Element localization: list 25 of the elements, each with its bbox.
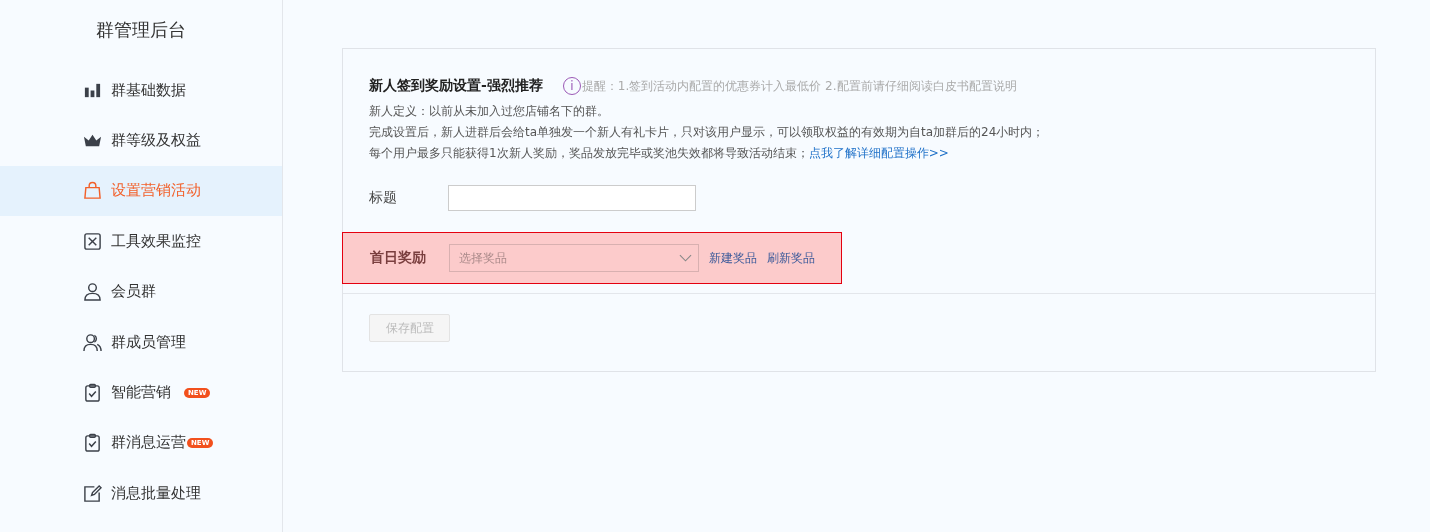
sidebar-item[interactable]: 工具效果监控 [0,216,282,267]
sidebar-item[interactable]: 消息批量处理 [0,468,282,519]
sidebar-item[interactable]: 群等级及权益 [0,115,282,166]
shopping-bag-icon [83,181,102,201]
description-text: 新人定义：以前从未加入过您店铺名下的群。 [369,104,609,118]
help-link[interactable]: 点我了解详细配置操作>> [808,146,949,160]
user-icon [83,282,102,302]
clipboard-check-icon [83,383,102,403]
field-label: 标题 [369,189,398,207]
action-link[interactable]: 刷新奖品 [767,249,815,267]
chevron-down-icon [679,254,692,262]
sidebar-title: 群管理后台 [95,18,187,42]
description-text: 完成设置后，新人进群后会给ta单独发一个新人有礼卡片，只对该用户显示，可以领取权益的有效期为自ta加群后的24小时内； [369,125,1045,139]
users-icon [83,332,102,352]
sidebar-item[interactable]: 会员群 [0,266,282,317]
description-text: 每个用户最多只能获得1次新人奖励，奖品发放完毕或奖池失效都将导致活动结束； [369,146,809,160]
field-label: 首日奖励 [370,249,427,267]
reminder-text: 提醒：1.签到活动内配置的优惠券计入最低价 2.配置前请仔细阅读白皮书配置说明 [581,77,1017,95]
action-link[interactable]: 新建奖品 [709,249,757,267]
clipboard-check-icon [83,433,102,453]
sidebar-item[interactable]: 群成员管理 [0,316,282,368]
title-input[interactable] [448,185,696,211]
sidebar-item[interactable]: 群基础数据 [0,65,282,116]
edit-icon [83,483,102,503]
section-title: 新人签到奖励设置-强烈推荐 [369,77,543,95]
